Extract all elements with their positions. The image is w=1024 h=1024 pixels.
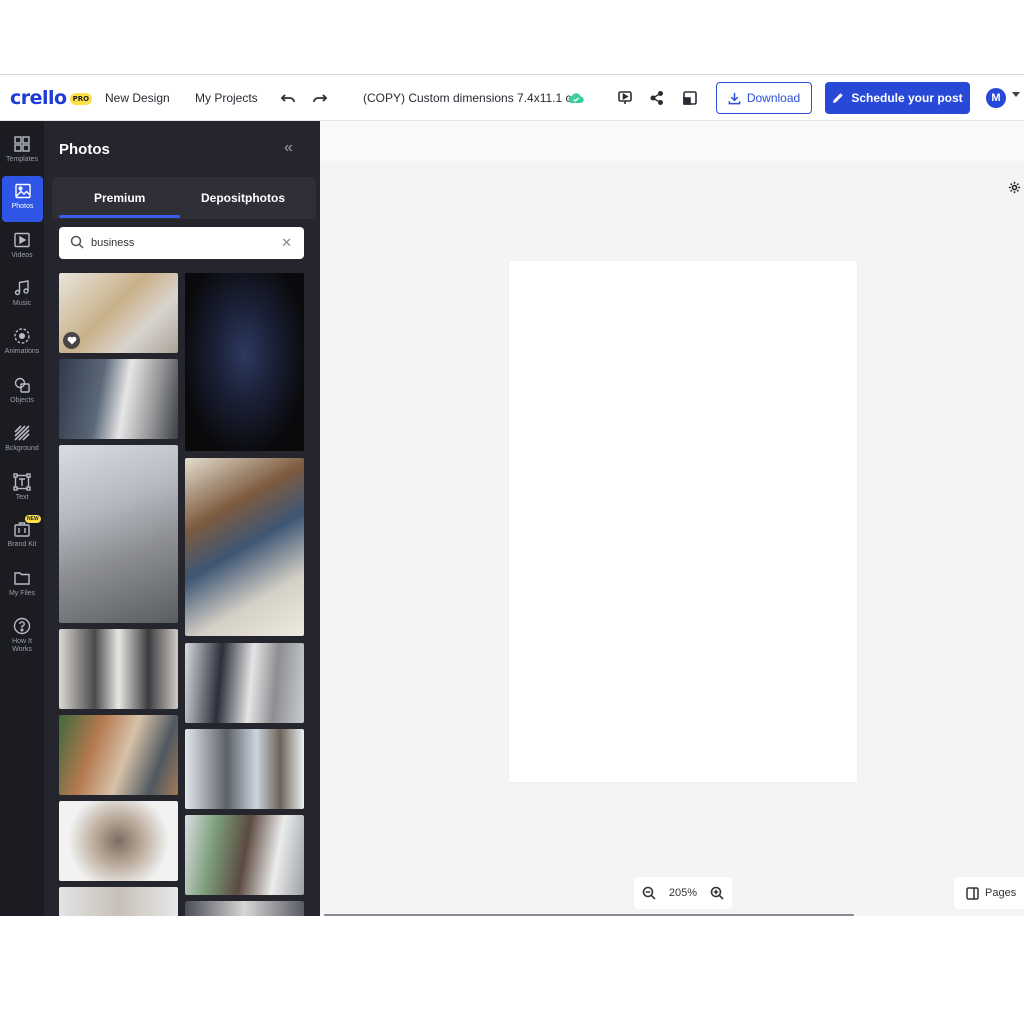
folder-icon	[14, 572, 30, 585]
avatar[interactable]: M	[986, 88, 1006, 108]
schedule-label: Schedule your post	[851, 91, 963, 105]
photo-thumbnail[interactable]	[59, 273, 178, 353]
sidebar-item-photos[interactable]: Photos	[2, 176, 43, 222]
background-icon	[14, 425, 30, 441]
download-button[interactable]: Download	[716, 82, 812, 114]
pages-panel-icon	[966, 886, 979, 900]
sidebar-item-label: Photos	[11, 203, 34, 210]
photo-thumbnail[interactable]	[185, 643, 304, 723]
photos-panel: Photos « Premium Depositphotos business …	[44, 121, 320, 916]
share-icon[interactable]	[646, 87, 668, 109]
animations-icon	[14, 328, 30, 344]
sidebar-item-text[interactable]: Text	[0, 467, 44, 513]
resize-icon[interactable]	[679, 87, 701, 109]
present-icon[interactable]	[614, 87, 636, 109]
sidebar-item-videos[interactable]: Videos	[0, 225, 44, 271]
tab-depositphotos[interactable]: Depositphotos	[201, 191, 285, 205]
sidebar-item-how-it-works[interactable]: How It Works	[0, 611, 44, 663]
new-badge: NEW	[25, 515, 41, 523]
sidebar-item-label: Music	[12, 300, 32, 307]
sidebar-item-label: Brand Kit	[7, 541, 37, 548]
pages-label: Pages	[985, 887, 1017, 899]
pro-badge: PRO	[69, 93, 93, 105]
videos-icon	[14, 232, 30, 248]
undo-icon[interactable]	[277, 87, 299, 109]
canvas-top-strip	[320, 121, 1024, 161]
sidebar-item-music[interactable]: Music	[0, 273, 44, 319]
document-title[interactable]: (COPY) Custom dimensions 7.4x11.1 cm	[363, 91, 582, 105]
new-design-link[interactable]: New Design	[105, 91, 170, 105]
sidebar-item-label: My Files	[8, 590, 36, 597]
app-window: crello PRO New Design My Projects (COPY) …	[0, 74, 1024, 916]
photo-thumbnail[interactable]	[185, 729, 304, 809]
top-bar: crello PRO New Design My Projects (COPY) …	[0, 75, 1024, 121]
sidebar-item-brand-kit[interactable]: NEW Brand Kit	[0, 514, 44, 560]
photos-icon	[14, 183, 31, 199]
pages-button[interactable]: Pages	[954, 877, 1024, 909]
pencil-icon	[833, 93, 844, 103]
sidebar-item-label: Templates	[6, 156, 38, 163]
tab-premium[interactable]: Premium	[94, 191, 145, 205]
photo-thumbnail[interactable]	[59, 445, 178, 623]
sidebar-item-label: How It Works	[12, 638, 32, 653]
logo-text: crello	[10, 87, 67, 109]
download-icon	[728, 92, 741, 104]
horizontal-scrollbar[interactable]	[324, 914, 854, 916]
sidebar-item-objects[interactable]: Objects	[0, 370, 44, 416]
panel-title: Photos	[59, 141, 110, 158]
collapse-panel-icon[interactable]: «	[284, 139, 293, 157]
photo-source-tabs: Premium Depositphotos	[52, 177, 316, 219]
photo-thumbnail[interactable]	[59, 715, 178, 795]
sidebar-item-templates[interactable]: Templates	[0, 129, 44, 175]
redo-icon[interactable]	[309, 87, 331, 109]
help-icon	[13, 617, 31, 635]
close-icon[interactable]: ✕	[281, 235, 292, 251]
sidebar-item-label: Objects	[10, 397, 34, 404]
sidebar-item-background[interactable]: Bckground	[0, 418, 44, 464]
text-icon	[13, 473, 31, 491]
active-tab-indicator	[59, 215, 180, 218]
sidebar-item-label: Text	[15, 494, 29, 501]
zoom-out-icon[interactable]	[642, 886, 656, 900]
sidebar-item-label: Animations	[4, 348, 40, 355]
photo-thumbnail[interactable]	[185, 458, 304, 636]
cloud-saved-icon	[565, 87, 587, 109]
crello-logo[interactable]: crello PRO	[10, 87, 93, 109]
chevron-down-icon[interactable]	[1012, 92, 1020, 97]
search-icon	[70, 235, 84, 249]
sidebar-item-label: Videos	[11, 252, 33, 259]
zoom-level: 205%	[668, 887, 698, 899]
music-icon	[14, 280, 29, 296]
search-input[interactable]: business ✕	[59, 227, 304, 259]
sidebar-item-label: Bckground	[5, 445, 39, 452]
photo-thumbnail[interactable]	[59, 801, 178, 881]
photo-thumbnail[interactable]	[185, 273, 304, 451]
search-value: business	[91, 237, 135, 249]
photo-thumbnail[interactable]	[59, 629, 178, 709]
canvas-area: 205% Pages	[320, 121, 1024, 916]
sidebar-item-my-files[interactable]: My Files	[0, 563, 44, 609]
gear-icon[interactable]	[1008, 181, 1021, 199]
photo-thumbnail[interactable]	[185, 901, 304, 916]
templates-icon	[14, 136, 30, 152]
photo-thumbnail[interactable]	[59, 887, 178, 916]
zoom-control: 205%	[634, 877, 732, 909]
sidebar: Templates Photos Videos Music Animations…	[0, 121, 44, 916]
my-projects-link[interactable]: My Projects	[195, 91, 258, 105]
schedule-post-button[interactable]: Schedule your post	[825, 82, 970, 114]
objects-icon	[14, 377, 30, 393]
sidebar-item-animations[interactable]: Animations	[0, 321, 44, 367]
heart-icon[interactable]	[63, 332, 80, 349]
design-page[interactable]	[509, 261, 857, 782]
zoom-in-icon[interactable]	[710, 886, 724, 900]
photo-thumbnail[interactable]	[185, 815, 304, 895]
photo-thumbnail[interactable]	[59, 359, 178, 439]
download-label: Download	[746, 91, 801, 105]
